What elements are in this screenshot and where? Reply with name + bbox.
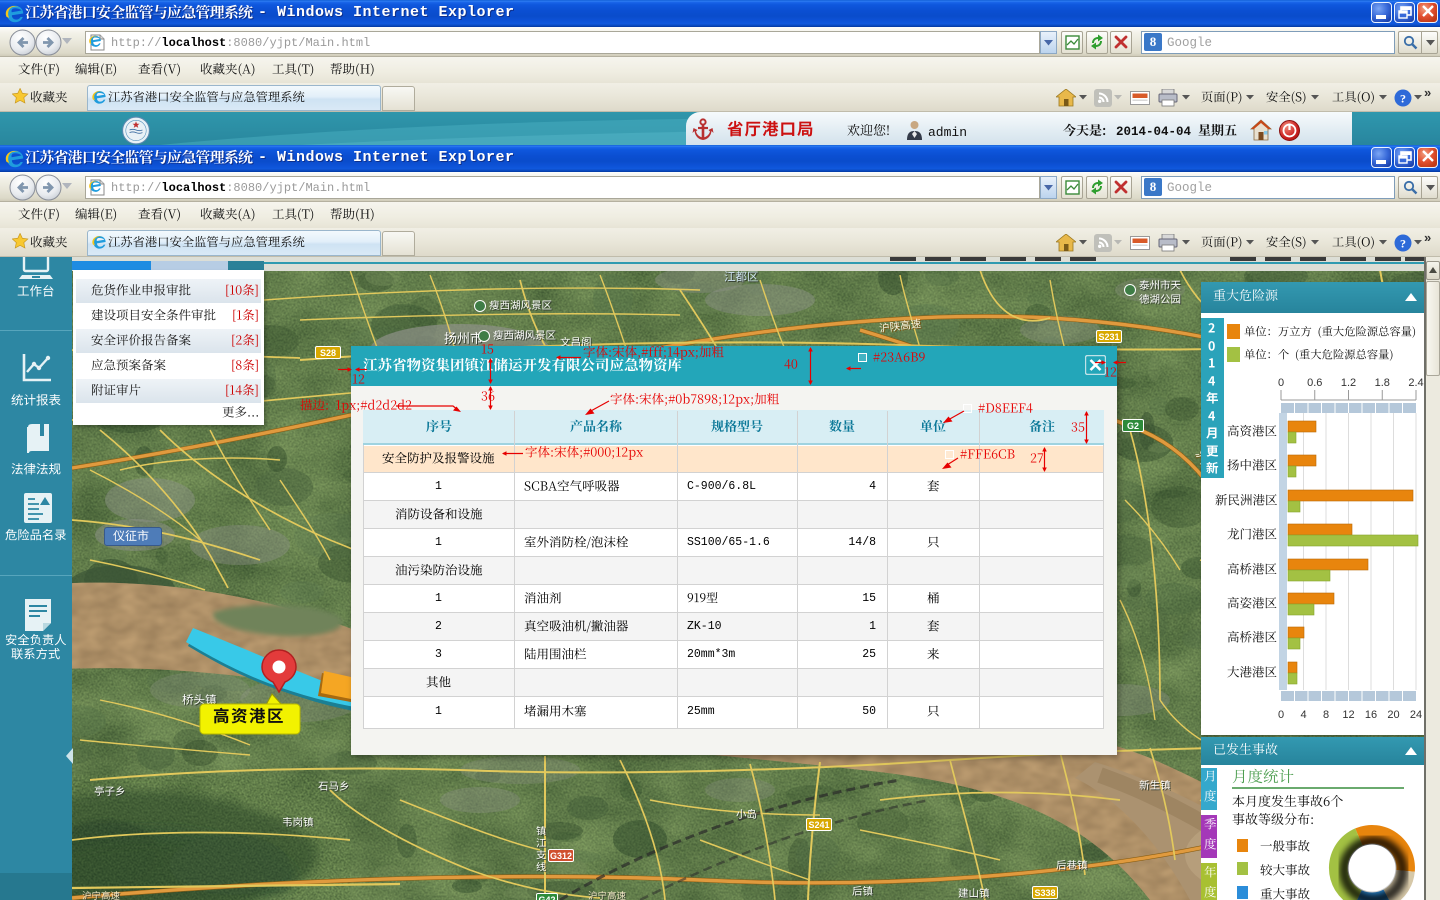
svg-text:0.6: 0.6: [1307, 377, 1322, 389]
svg-text:?: ?: [1400, 237, 1406, 251]
svg-text:12: 12: [1342, 709, 1354, 721]
svg-text:0: 0: [1278, 377, 1284, 389]
svg-text:0: 0: [1278, 709, 1284, 721]
svg-text:8: 8: [1323, 709, 1329, 721]
svg-text:16: 16: [1365, 709, 1377, 721]
svg-text:1.8: 1.8: [1375, 377, 1390, 389]
svg-text:?: ?: [1400, 92, 1406, 106]
svg-text:24: 24: [1410, 709, 1422, 721]
svg-text:2.4: 2.4: [1408, 377, 1423, 389]
svg-text:1.2: 1.2: [1341, 377, 1356, 389]
svg-text:4: 4: [1300, 709, 1306, 721]
svg-text:20: 20: [1387, 709, 1399, 721]
